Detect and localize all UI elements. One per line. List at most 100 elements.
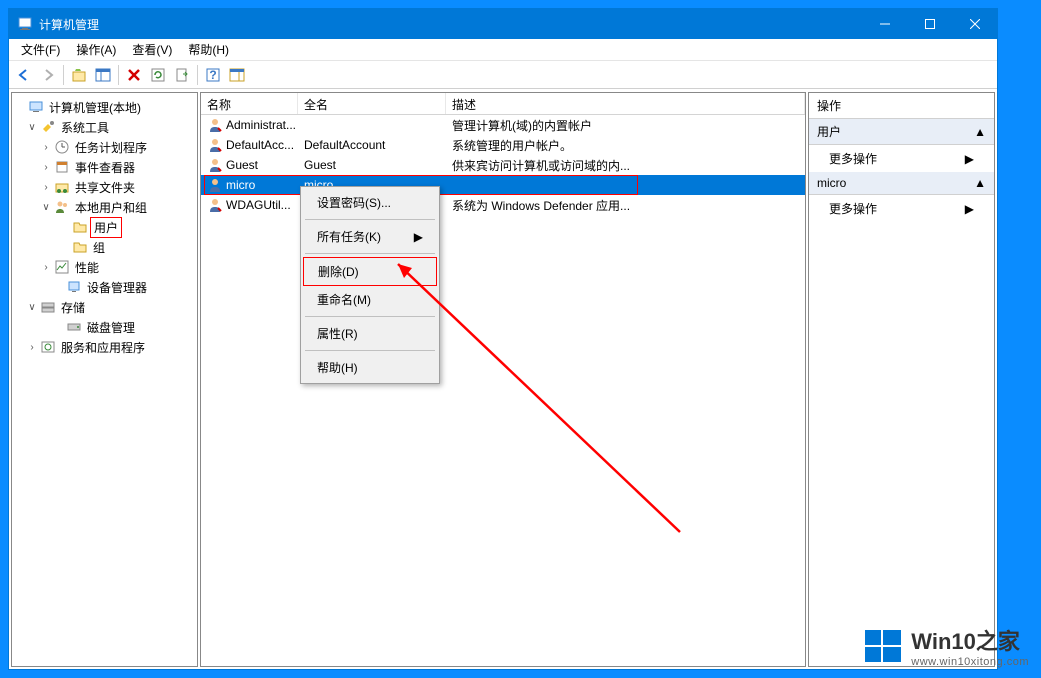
col-name[interactable]: 名称 bbox=[201, 93, 298, 114]
users-icon bbox=[54, 199, 70, 215]
expand-icon[interactable]: › bbox=[40, 182, 52, 193]
user-icon bbox=[207, 117, 223, 133]
ctx-set-password[interactable]: 设置密码(S)... bbox=[303, 189, 437, 216]
ctx-delete[interactable]: 删除(D) bbox=[303, 257, 437, 286]
tree-task-scheduler[interactable]: › 任务计划程序 bbox=[14, 137, 195, 157]
maximize-button[interactable] bbox=[907, 9, 952, 39]
tree-groups[interactable]: 组 bbox=[14, 237, 195, 257]
device-icon bbox=[66, 279, 82, 295]
tree-shared-folders[interactable]: › 共享文件夹 bbox=[14, 177, 195, 197]
ctx-help[interactable]: 帮助(H) bbox=[303, 354, 437, 381]
tree-users[interactable]: 用户 bbox=[14, 217, 195, 237]
toolbar-separator bbox=[118, 65, 119, 85]
help-button[interactable]: ? bbox=[202, 64, 224, 86]
tree-disk-management[interactable]: 磁盘管理 bbox=[14, 317, 195, 337]
tree-device-manager[interactable]: 设备管理器 bbox=[14, 277, 195, 297]
disk-icon bbox=[66, 319, 82, 335]
tree-local-users-groups[interactable]: ∨ 本地用户和组 bbox=[14, 197, 195, 217]
titlebar[interactable]: 计算机管理 bbox=[9, 9, 997, 39]
expand-icon[interactable]: › bbox=[26, 342, 38, 353]
share-icon bbox=[54, 179, 70, 195]
up-button[interactable] bbox=[68, 64, 90, 86]
col-desc[interactable]: 描述 bbox=[446, 93, 805, 114]
close-button[interactable] bbox=[952, 9, 997, 39]
watermark: Win10之家 www.win10xitong.com bbox=[863, 624, 1029, 668]
watermark-url: www.win10xitong.com bbox=[911, 656, 1029, 668]
content-area: 计算机管理(本地) ∨ 系统工具 › 任务计划程序 › 事件查看器 › 共享文件… bbox=[9, 89, 997, 669]
list-row-guest[interactable]: Guest Guest 供来宾访问计算机或访问域的内... bbox=[201, 155, 805, 175]
context-menu: 设置密码(S)... 所有任务(K)▶ 删除(D) 重命名(M) 属性(R) 帮… bbox=[300, 186, 440, 384]
list-header: 名称 全名 描述 bbox=[201, 93, 805, 115]
delete-button[interactable] bbox=[123, 64, 145, 86]
user-icon bbox=[207, 177, 223, 193]
ctx-all-tasks[interactable]: 所有任务(K)▶ bbox=[303, 223, 437, 250]
ctx-rename[interactable]: 重命名(M) bbox=[303, 286, 437, 313]
actions-section-micro[interactable]: micro ▲ bbox=[809, 172, 994, 195]
collapse-icon[interactable]: ▲ bbox=[974, 176, 986, 190]
show-hide-tree-button[interactable] bbox=[92, 64, 114, 86]
tree-storage[interactable]: ∨ 存储 bbox=[14, 297, 195, 317]
menu-action[interactable]: 操作(A) bbox=[68, 38, 124, 61]
expand-icon[interactable]: › bbox=[40, 262, 52, 273]
export-button[interactable] bbox=[171, 64, 193, 86]
toolbar-separator bbox=[63, 65, 64, 85]
folder-icon bbox=[72, 219, 88, 235]
svg-text:?: ? bbox=[209, 68, 216, 82]
computer-icon bbox=[28, 99, 44, 115]
chevron-right-icon: ▶ bbox=[965, 152, 974, 166]
collapse-icon[interactable]: ∨ bbox=[40, 202, 52, 213]
ctx-properties[interactable]: 属性(R) bbox=[303, 320, 437, 347]
windows-logo-icon bbox=[863, 626, 903, 666]
collapse-icon[interactable]: ▲ bbox=[974, 125, 986, 139]
computer-management-window: 计算机管理 文件(F) 操作(A) 查看(V) 帮助(H) ? 计算机管理(本地… bbox=[8, 8, 998, 670]
list-row-administrator[interactable]: Administrat... 管理计算机(域)的内置帐户 bbox=[201, 115, 805, 135]
tree-root[interactable]: 计算机管理(本地) bbox=[14, 97, 195, 117]
refresh-button[interactable] bbox=[147, 64, 169, 86]
list-body: Administrat... 管理计算机(域)的内置帐户 DefaultAcc.… bbox=[201, 115, 805, 215]
back-button[interactable] bbox=[13, 64, 35, 86]
storage-icon bbox=[40, 299, 56, 315]
actions-more-2[interactable]: 更多操作 ▶ bbox=[809, 195, 994, 222]
actions-more-1[interactable]: 更多操作 ▶ bbox=[809, 145, 994, 172]
minimize-button[interactable] bbox=[862, 9, 907, 39]
menu-view[interactable]: 查看(V) bbox=[124, 38, 180, 61]
collapse-icon[interactable]: ∨ bbox=[26, 122, 38, 133]
actions-section-users[interactable]: 用户 ▲ bbox=[809, 119, 994, 145]
list-pane[interactable]: 名称 全名 描述 Administrat... 管理计算机(域)的内置帐户 De… bbox=[200, 92, 806, 667]
tree-system-tools[interactable]: ∨ 系统工具 bbox=[14, 117, 195, 137]
app-icon bbox=[17, 16, 33, 32]
services-icon bbox=[40, 339, 56, 355]
toolbar-separator bbox=[197, 65, 198, 85]
watermark-title: Win10之家 bbox=[911, 624, 1029, 656]
expand-icon[interactable]: › bbox=[40, 162, 52, 173]
clock-icon bbox=[54, 139, 70, 155]
menu-separator bbox=[305, 219, 435, 220]
list-row-micro[interactable]: micro micro bbox=[201, 175, 805, 195]
user-icon bbox=[207, 157, 223, 173]
action-pane-button[interactable] bbox=[226, 64, 248, 86]
tree-event-viewer[interactable]: › 事件查看器 bbox=[14, 157, 195, 177]
tools-icon bbox=[40, 119, 56, 135]
actions-pane: 操作 用户 ▲ 更多操作 ▶ micro ▲ 更多操作 ▶ bbox=[808, 92, 995, 667]
chevron-right-icon: ▶ bbox=[965, 202, 974, 216]
col-fullname[interactable]: 全名 bbox=[298, 93, 446, 114]
tree-pane[interactable]: 计算机管理(本地) ∨ 系统工具 › 任务计划程序 › 事件查看器 › 共享文件… bbox=[11, 92, 198, 667]
forward-button[interactable] bbox=[37, 64, 59, 86]
collapse-icon[interactable]: ∨ bbox=[26, 302, 38, 313]
list-row-defaultaccount[interactable]: DefaultAcc... DefaultAccount 系统管理的用户帐户。 bbox=[201, 135, 805, 155]
menu-separator bbox=[305, 316, 435, 317]
toolbar: ? bbox=[9, 61, 997, 89]
menu-file[interactable]: 文件(F) bbox=[13, 38, 68, 61]
menu-separator bbox=[305, 350, 435, 351]
window-title: 计算机管理 bbox=[39, 16, 862, 33]
menu-separator bbox=[305, 253, 435, 254]
menubar: 文件(F) 操作(A) 查看(V) 帮助(H) bbox=[9, 39, 997, 61]
expand-icon[interactable]: › bbox=[40, 142, 52, 153]
user-icon bbox=[207, 137, 223, 153]
chevron-right-icon: ▶ bbox=[414, 230, 423, 244]
menu-help[interactable]: 帮助(H) bbox=[180, 38, 237, 61]
tree-performance[interactable]: › 性能 bbox=[14, 257, 195, 277]
tree-services-apps[interactable]: › 服务和应用程序 bbox=[14, 337, 195, 357]
folder-icon bbox=[72, 239, 88, 255]
list-row-wdagutility[interactable]: WDAGUtil... 系统为 Windows Defender 应用... bbox=[201, 195, 805, 215]
